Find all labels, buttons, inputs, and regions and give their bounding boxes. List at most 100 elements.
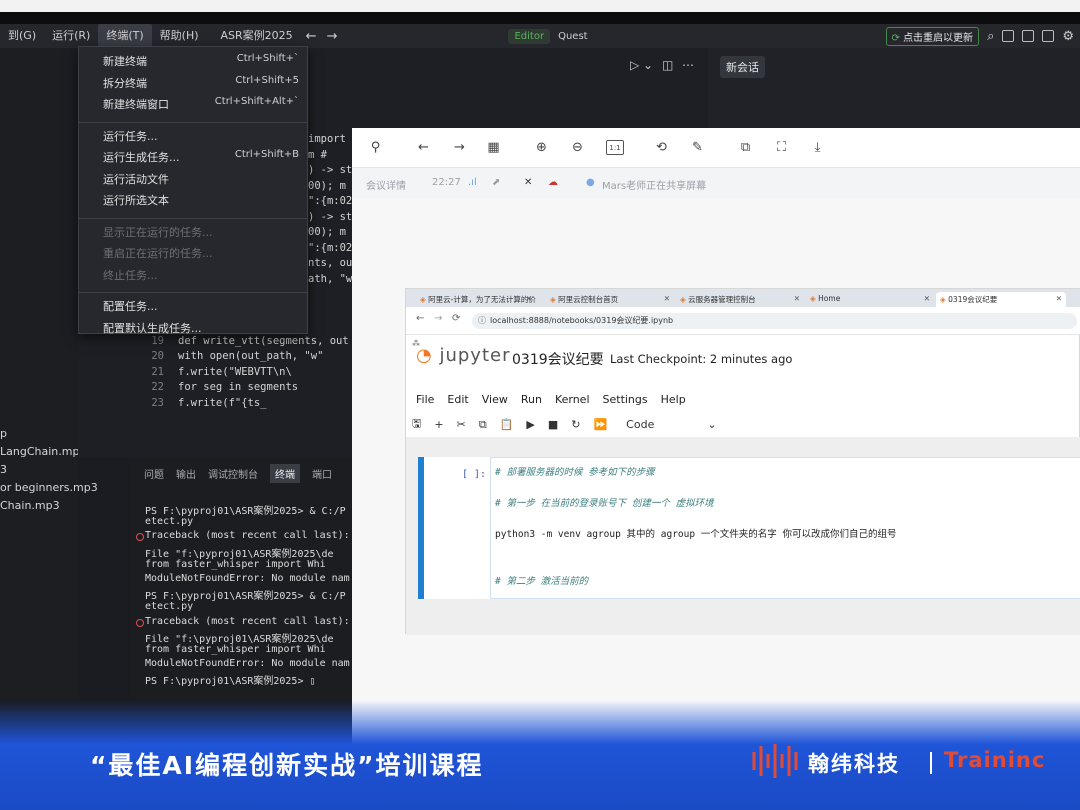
panel-tab[interactable]: 问题 <box>144 466 164 481</box>
tab-close-icon[interactable]: ✕ <box>664 294 670 303</box>
menu-item[interactable]: 运行(R) <box>44 24 98 48</box>
layout-right-icon[interactable] <box>1042 30 1055 42</box>
file-item[interactable]: p <box>0 427 7 440</box>
browser-tab[interactable]: ◈ 云服务器管理控制台 ✕ <box>676 292 804 307</box>
cell-type-select[interactable]: Code <box>626 418 654 431</box>
forward-arrow-icon[interactable]: → <box>452 140 467 155</box>
jupyter-logo[interactable]: ◔ jupyter <box>416 345 510 366</box>
grid-icon[interactable]: ▦ <box>486 140 501 155</box>
menu-item[interactable]: 新建终端窗口 Ctrl+Shift+Alt+` <box>103 96 299 112</box>
cell-editor[interactable]: # 部署服务器的时候 参考如下的步骤 # 第一步 在当前的登录账号下 创建一个 虚… <box>490 457 1080 599</box>
menu-item[interactable]: 运行活动文件 <box>103 171 299 187</box>
notebook-title[interactable]: 0319会议纪要 <box>512 349 604 369</box>
file-item[interactable]: Chain.mp3 <box>0 499 60 512</box>
add-cell-icon[interactable]: + <box>434 418 443 431</box>
chevron-down-icon[interactable]: ⌄ <box>707 418 716 431</box>
external-link-icon[interactable]: ⬈ <box>492 177 500 188</box>
panel-tab[interactable]: 终端 <box>270 463 300 483</box>
stop-icon[interactable]: ■ <box>548 418 558 431</box>
url-field[interactable]: localhost:8888/notebooks/0319会议纪要.ipynb <box>472 313 1077 329</box>
fast-forward-icon[interactable]: ⏩ <box>593 418 607 431</box>
run-play-icon[interactable]: ▷ ⌄ <box>630 58 653 72</box>
menu-item[interactable]: 帮助(H) <box>152 24 207 48</box>
edit-icon[interactable]: ✎ <box>690 140 705 155</box>
more-actions-icon[interactable]: ⋯ <box>682 58 694 72</box>
browser-tab[interactable]: ◈ 阿里云控制台首页 ✕ <box>546 292 674 307</box>
back-arrow-icon[interactable]: ← <box>416 140 431 155</box>
browser-tab[interactable]: ◈ Home ✕ <box>806 292 934 307</box>
run-icon[interactable]: ▶ <box>526 418 534 431</box>
copy-icon[interactable]: ⧉ <box>479 418 487 432</box>
rotate-icon[interactable]: ⟲ <box>654 140 669 155</box>
panel-tab[interactable]: 输出 <box>176 466 196 481</box>
tab-close-icon[interactable]: ✕ <box>1056 294 1062 303</box>
menu-item[interactable]: Settings <box>603 393 648 406</box>
menu-item[interactable]: Kernel <box>555 393 590 406</box>
pin-icon[interactable]: ⚲ <box>368 140 383 155</box>
browser-tab[interactable]: ◈ 阿里云-计算，为了无法计算的价 ✕ <box>416 292 536 307</box>
mute-icon[interactable]: ✕ <box>524 177 532 188</box>
menu-item[interactable]: Help <box>661 393 686 406</box>
browser-tab[interactable]: ◈ 0319会议纪要 ✕ <box>936 292 1066 307</box>
save-icon[interactable]: 🖫 <box>412 415 421 434</box>
menu-item[interactable]: 终端(T) <box>98 24 152 48</box>
jupyter-orbit-icon: ◔ <box>416 345 433 366</box>
line-code: ) -> str <box>308 210 359 223</box>
file-item[interactable]: 3 <box>0 463 7 476</box>
terminal-panel[interactable]: 问题 输出 调试控制台 终端 端口 PS F:\pyproj01\ASR案例2025> … <box>130 458 352 698</box>
scan-icon[interactable]: ⛶ <box>774 140 789 155</box>
tab-editor[interactable]: Editor <box>508 28 551 44</box>
notebook-area: [ ]: # 部署服务器的时候 参考如下的步骤 # 第一步 在当前的登录账号下 创… <box>406 437 1080 635</box>
menu-item[interactable]: Edit <box>447 393 468 406</box>
tab-quest[interactable]: Quest <box>552 29 594 44</box>
site-info-icon[interactable]: ⓘ <box>478 315 486 326</box>
forward-arrow-icon[interactable]: → <box>322 29 343 44</box>
copy-icon[interactable]: ⧉ <box>738 140 753 155</box>
line-code: nts, out <box>308 257 359 269</box>
cloud-record-icon[interactable]: ☁ <box>548 177 558 188</box>
forward-arrow-icon[interactable]: → <box>434 313 442 324</box>
panel-tab[interactable]: 端口 <box>312 466 332 481</box>
menu-item[interactable]: 运行任务... <box>103 128 299 144</box>
menu-item[interactable]: 运行生成任务... Ctrl+Shift+B <box>103 149 299 165</box>
settings-gear-icon[interactable]: ⚙ <box>1062 29 1074 44</box>
menu-item[interactable]: Run <box>521 393 542 406</box>
menu-item[interactable]: 到(G) <box>0 24 44 48</box>
layout-left-icon[interactable] <box>1002 30 1015 42</box>
menu-item-shortcut: Ctrl+Shift+Alt+` <box>214 96 299 107</box>
menu-item[interactable]: 新建终端 Ctrl+Shift+` <box>103 53 299 69</box>
actual-size-icon[interactable]: 1:1 <box>606 140 624 155</box>
layout-bottom-icon[interactable] <box>1022 30 1035 42</box>
menu-item[interactable]: 拆分终端 Ctrl+Shift+5 <box>103 75 299 91</box>
terminal-line: from faster_whisper import Whi <box>145 558 326 570</box>
zoom-out-icon[interactable]: ⊖ <box>570 140 585 155</box>
terminal-line: Traceback (most recent call last): <box>136 530 350 542</box>
reload-icon[interactable]: ⟳ <box>452 313 460 324</box>
restart-update-button[interactable]: ⟳ 点击重启以更新 <box>885 26 980 46</box>
split-editor-icon[interactable]: ◫ <box>662 58 673 72</box>
save-icon[interactable]: ⤓ <box>810 140 825 155</box>
restart-icon[interactable]: ↻ <box>571 418 580 431</box>
menu-item[interactable]: 配置任务... <box>103 298 299 314</box>
meeting-detail-label[interactable]: 会议详情 <box>366 177 406 192</box>
file-item[interactable]: or beginners.mp3 <box>0 481 98 494</box>
zoom-in-icon[interactable]: ⊕ <box>534 140 549 155</box>
menu-item[interactable]: File <box>416 393 434 406</box>
tab-close-icon[interactable]: ✕ <box>794 294 800 303</box>
course-slogan: “最佳AI编程创新实战”培训课程 <box>90 751 484 780</box>
search-icon[interactable]: ⌕ <box>987 29 994 44</box>
menu-item[interactable]: View <box>482 393 508 406</box>
paste-icon[interactable]: 📋 <box>500 418 514 431</box>
tab-close-icon[interactable]: ✕ <box>924 294 930 303</box>
panel-tab[interactable]: 调试控制台 <box>208 466 258 481</box>
back-arrow-icon[interactable]: ← <box>301 29 322 44</box>
cut-icon[interactable]: ✂ <box>457 418 466 431</box>
tab-close-icon[interactable]: ✕ <box>526 294 532 303</box>
menu-item[interactable]: 运行所选文本 <box>103 192 299 208</box>
back-arrow-icon[interactable]: ← <box>416 313 424 324</box>
code-cell[interactable]: [ ]: # 部署服务器的时候 参考如下的步骤 # 第一步 在当前的登录账号下 创… <box>418 457 1080 599</box>
file-item[interactable]: LangChain.mp3 <box>0 445 86 458</box>
menu-item: 终止任务... <box>103 267 299 283</box>
menu-item[interactable]: 配置默认生成任务... <box>103 320 299 336</box>
new-chat-button[interactable]: 新会话 <box>720 56 765 78</box>
